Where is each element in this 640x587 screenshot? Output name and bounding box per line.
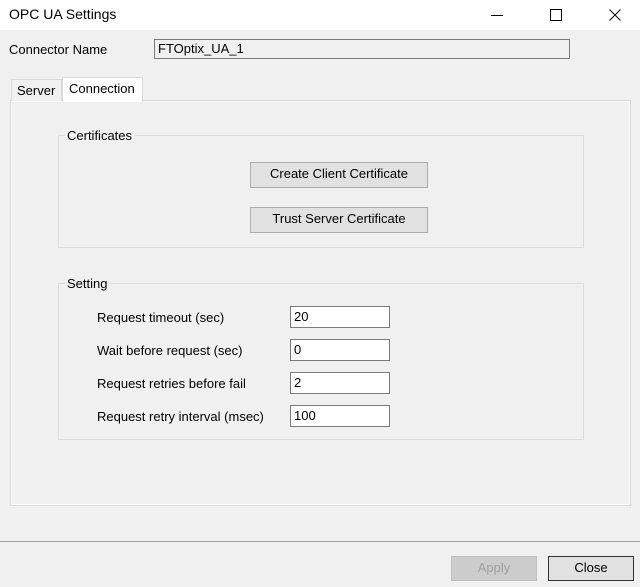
close-icon — [609, 9, 621, 21]
close-window-button[interactable] — [592, 0, 638, 30]
window-title: OPC UA Settings — [9, 6, 117, 22]
request-retries-label: Request retries before fail — [97, 376, 246, 391]
minimize-button[interactable] — [474, 0, 520, 30]
certificates-group-title: Certificates — [65, 128, 135, 143]
setting-group-title: Setting — [65, 276, 110, 291]
apply-button[interactable]: Apply — [451, 556, 537, 581]
tab-connection[interactable]: Connection — [62, 77, 143, 102]
request-timeout-label: Request timeout (sec) — [97, 310, 225, 325]
trust-server-certificate-button[interactable]: Trust Server Certificate — [250, 207, 428, 233]
tab-server[interactable]: Server — [11, 79, 62, 101]
wait-before-request-label: Wait before request (sec) — [97, 343, 243, 358]
maximize-icon — [550, 9, 562, 21]
request-retry-interval-input[interactable]: 100 — [290, 405, 390, 427]
request-retries-input[interactable]: 2 — [290, 372, 390, 394]
request-timeout-input[interactable]: 20 — [290, 306, 390, 328]
wait-before-request-input[interactable]: 0 — [290, 339, 390, 361]
connector-name-field[interactable]: FTOptix_UA_1 — [154, 39, 570, 59]
maximize-button[interactable] — [533, 0, 579, 30]
close-button[interactable]: Close — [548, 556, 634, 581]
footer-divider — [0, 541, 640, 542]
connector-name-label: Connector Name — [9, 42, 108, 57]
create-client-certificate-button[interactable]: Create Client Certificate — [250, 162, 428, 188]
request-retry-interval-label: Request retry interval (msec) — [97, 409, 264, 424]
title-bar: OPC UA Settings — [0, 0, 640, 30]
minimize-icon — [491, 9, 503, 21]
